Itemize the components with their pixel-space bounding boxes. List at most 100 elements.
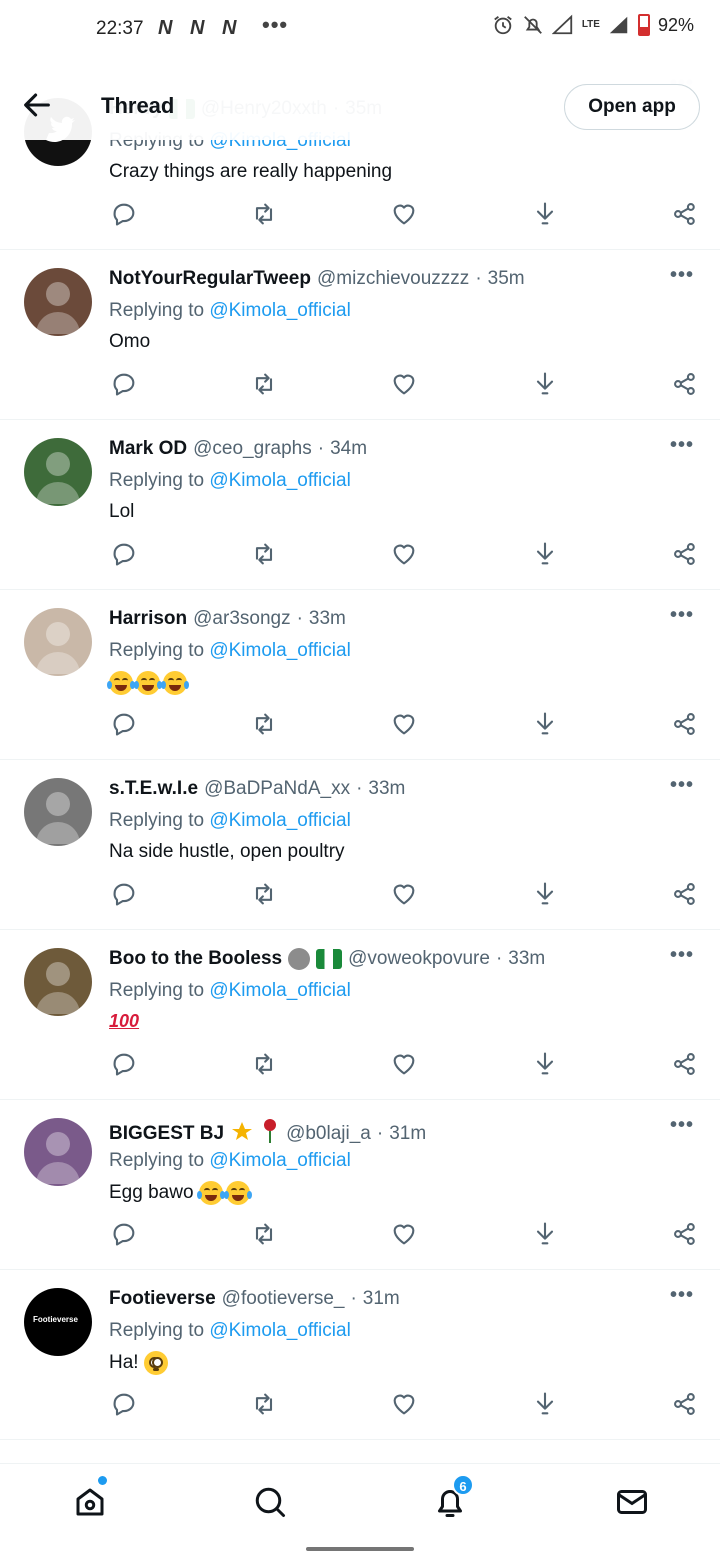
avatar[interactable] (24, 608, 92, 676)
like-icon[interactable] (390, 370, 418, 398)
tweet-row[interactable]: s.T.E.w.I.e @BaDPaNdA_xx · 33m ••• Replying t… (0, 760, 720, 930)
avatar[interactable] (24, 438, 92, 506)
download-icon[interactable] (531, 1390, 559, 1418)
reply-icon[interactable] (110, 540, 138, 568)
retweet-icon[interactable] (250, 710, 278, 738)
download-icon[interactable] (531, 370, 559, 398)
network-icon: N (190, 17, 204, 39)
tweet-text: 100 (109, 1011, 139, 1033)
mention-link[interactable]: @Kimola_official (209, 810, 350, 831)
tweet-text: Omo (109, 331, 150, 353)
separator: · (376, 1123, 384, 1144)
like-icon[interactable] (390, 1050, 418, 1078)
like-icon[interactable] (390, 540, 418, 568)
tweet-row[interactable]: Boo to the Booless @voweokpovure · 33m ••• Re… (0, 930, 720, 1100)
avatar[interactable] (24, 778, 92, 846)
retweet-icon[interactable] (250, 1050, 278, 1078)
messages-icon[interactable] (614, 1484, 650, 1520)
mention-link[interactable]: @Kimola_official (209, 300, 350, 321)
download-icon[interactable] (531, 710, 559, 738)
reply-icon[interactable] (110, 710, 138, 738)
like-icon[interactable] (390, 1220, 418, 1248)
tweet-row[interactable]: Harrison @ar3songz · 33m ••• Replying to @Kim… (0, 590, 720, 760)
author-handle: @BaDPaNdA_xx (204, 778, 351, 799)
author-name[interactable]: NotYourRegularTweep (109, 268, 311, 290)
open-app-button[interactable]: Open app (564, 84, 700, 130)
more-options-icon[interactable]: ••• (670, 774, 694, 797)
author-name[interactable]: Footieverse (109, 1288, 216, 1310)
tweet-row[interactable]: BIGGEST BJ @b0laji_a · 31m ••• Replying to @K… (0, 1100, 720, 1270)
retweet-icon[interactable] (250, 880, 278, 908)
share-icon[interactable] (671, 540, 699, 568)
tweet-row[interactable]: Mark OD @ceo_graphs · 34m ••• Replying to @Ki… (0, 420, 720, 590)
like-icon[interactable] (390, 710, 418, 738)
download-icon[interactable] (531, 540, 559, 568)
tweet-row[interactable]: Footieverse Footieverse @footieverse_ · 31m •… (0, 1270, 720, 1440)
share-icon[interactable] (671, 710, 699, 738)
more-options-icon[interactable]: ••• (670, 1114, 694, 1137)
search-icon[interactable] (252, 1484, 288, 1520)
mention-link[interactable]: @Kimola_official (209, 470, 350, 491)
more-options-icon[interactable]: ••• (670, 1284, 694, 1307)
author-name[interactable]: Mark OD (109, 438, 187, 460)
mention-link[interactable]: @Kimola_official (209, 640, 350, 661)
like-icon[interactable] (390, 880, 418, 908)
download-icon[interactable] (531, 1220, 559, 1248)
more-options-icon[interactable]: ••• (670, 264, 694, 287)
mention-link[interactable]: @Kimola_official (209, 1320, 350, 1341)
battery-icon (637, 14, 650, 36)
back-arrow-icon[interactable] (20, 88, 54, 122)
author-handle: @footieverse_ (221, 1288, 345, 1309)
home-unread-dot (98, 1476, 107, 1485)
retweet-icon[interactable] (250, 200, 278, 228)
replying-to: Replying to @Kimola_official (109, 1320, 351, 1342)
tweet-actions (0, 710, 720, 750)
more-options-icon[interactable]: ••• (670, 944, 694, 967)
author-name[interactable]: s.T.E.w.I.e (109, 778, 198, 800)
top-bar: Thread Open app (0, 60, 720, 140)
retweet-icon[interactable] (250, 540, 278, 568)
reply-icon[interactable] (110, 1050, 138, 1078)
gesture-bar[interactable] (306, 1547, 414, 1551)
reply-icon[interactable] (110, 1390, 138, 1418)
mention-link[interactable]: @Kimola_official (209, 980, 350, 1001)
author-name[interactable]: BIGGEST BJ (109, 1123, 224, 1145)
share-icon[interactable] (671, 370, 699, 398)
mention-link[interactable]: @Kimola_official (209, 1150, 350, 1171)
reply-icon[interactable] (110, 200, 138, 228)
reply-icon[interactable] (110, 1220, 138, 1248)
tweet-time: 34m (330, 438, 368, 459)
tweet-row[interactable]: NotYourRegularTweep @mizchievouzzzz · 35m ••… (0, 250, 720, 420)
retweet-icon[interactable] (250, 370, 278, 398)
avatar[interactable] (24, 268, 92, 336)
share-icon[interactable] (671, 200, 699, 228)
reply-icon[interactable] (110, 880, 138, 908)
tweet-time: 35m (487, 268, 525, 289)
share-icon[interactable] (671, 1390, 699, 1418)
tweet-body: Ha! (109, 1352, 139, 1374)
like-icon[interactable] (390, 200, 418, 228)
reply-icon[interactable] (110, 370, 138, 398)
share-icon[interactable] (671, 1220, 699, 1248)
tweet-header: NotYourRegularTweep @mizchievouzzzz · 35m (109, 268, 525, 290)
joy-emoji (134, 671, 162, 695)
avatar[interactable] (24, 1118, 92, 1186)
author-name[interactable]: Harrison (109, 608, 187, 630)
share-icon[interactable] (671, 880, 699, 908)
download-icon[interactable] (531, 1050, 559, 1078)
retweet-icon[interactable] (250, 1220, 278, 1248)
author-name[interactable]: Boo to the Booless (109, 948, 282, 970)
avatar[interactable]: Footieverse (24, 1288, 92, 1356)
home-icon[interactable] (72, 1484, 108, 1520)
download-icon[interactable] (531, 200, 559, 228)
more-options-icon[interactable]: ••• (670, 434, 694, 457)
tweet-header: Mark OD @ceo_graphs · 34m (109, 438, 367, 460)
download-icon[interactable] (531, 880, 559, 908)
lte-label: LTE (581, 19, 600, 30)
like-icon[interactable] (390, 1390, 418, 1418)
avatar[interactable] (24, 948, 92, 1016)
retweet-icon[interactable] (250, 1390, 278, 1418)
tweet-actions (0, 370, 720, 410)
share-icon[interactable] (671, 1050, 699, 1078)
more-options-icon[interactable]: ••• (670, 604, 694, 627)
